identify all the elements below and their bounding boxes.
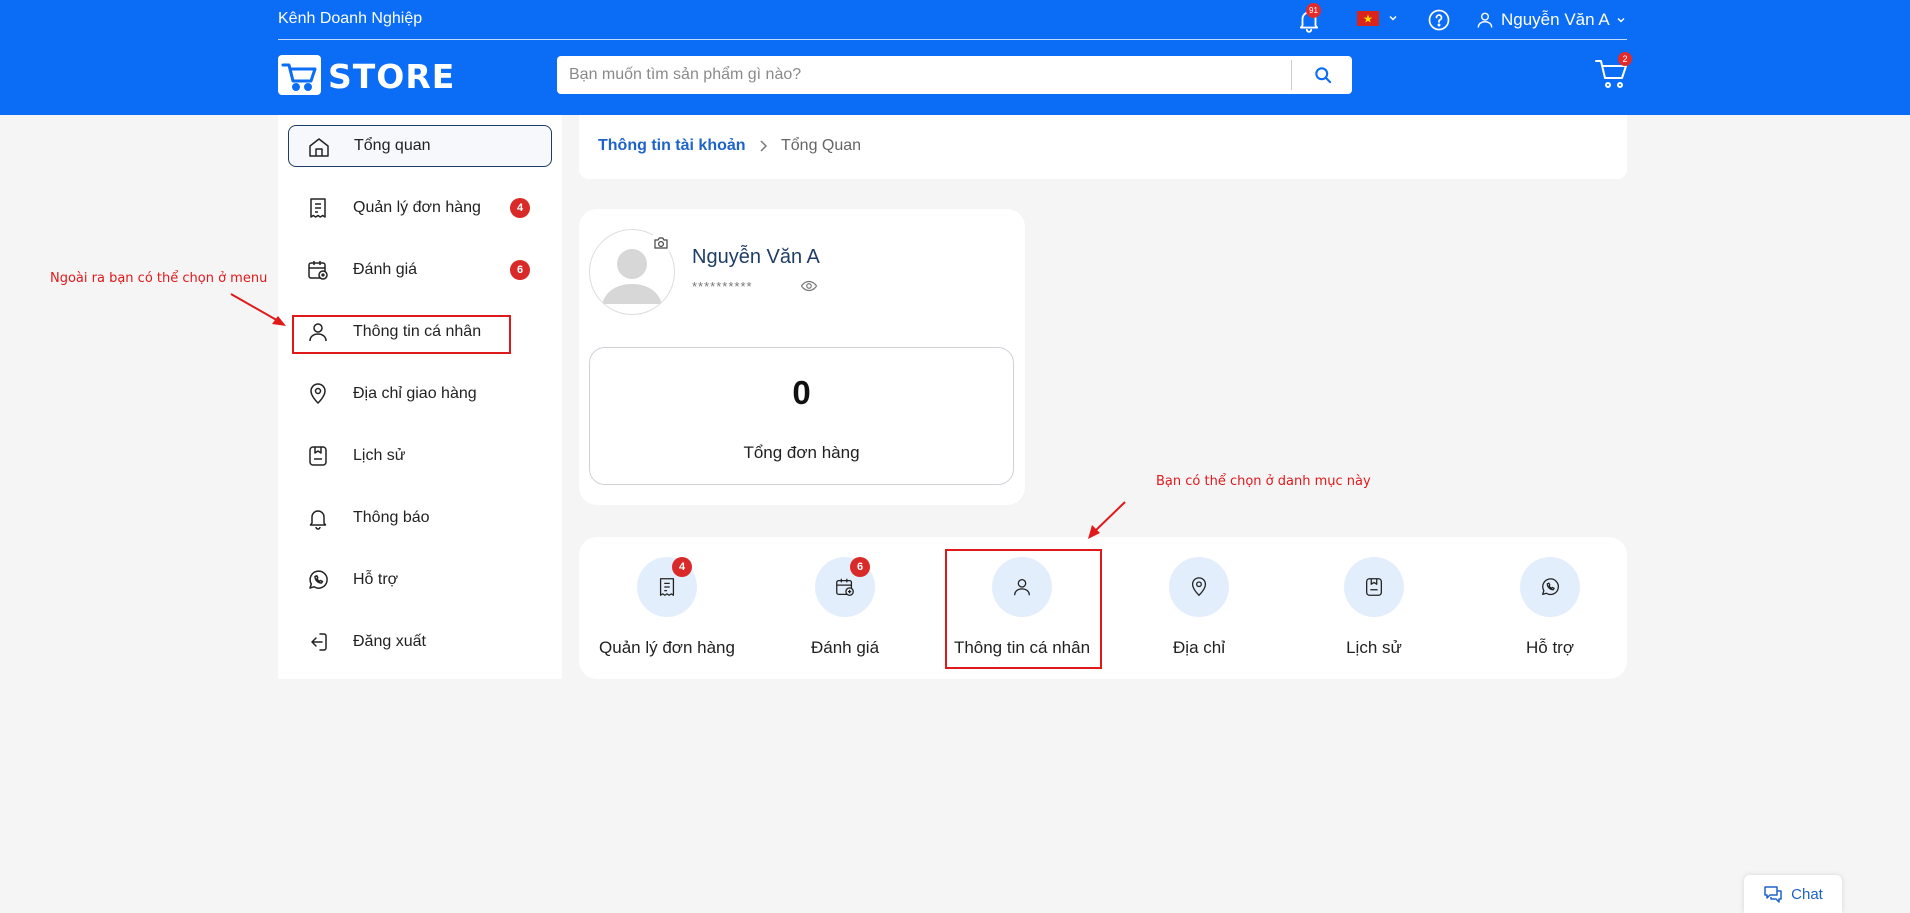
quick-link-circle [1169,557,1229,617]
sidebar-item-label: Thông báo [353,509,430,526]
category-annotation-highlight [945,549,1102,669]
location-pin-icon [1191,577,1207,597]
category-annotation-text: Bạn có thể chọn ở danh mục này [1156,474,1371,489]
password-mask: ********** [692,279,753,294]
quick-link-support[interactable]: Hỗ trợ [1462,537,1638,679]
receipt-icon [659,578,675,596]
chevron-down-icon [1617,17,1625,23]
quick-link-label: Địa chỉ [1173,638,1225,657]
search-button[interactable] [1293,56,1352,94]
quick-link-circle [1344,557,1404,617]
store-logo[interactable]: STORE [278,55,454,97]
business-channel-link[interactable]: Kênh Doanh Nghiệp [278,10,422,28]
breadcrumb: Thông tin tài khoản Tổng Quan [579,115,1627,179]
sidebar-item-reviews[interactable]: Đánh giá 6 [288,249,552,291]
menu-annotation-arrow [230,293,286,326]
menu-annotation-highlight [292,315,511,354]
profile-name: Nguyễn Văn A [692,246,820,268]
search-divider [1291,60,1292,90]
search-input[interactable] [557,56,1287,94]
user-menu[interactable]: Nguyễn Văn A [1475,8,1626,32]
orders-count-badge: 4 [672,557,692,577]
quick-link-label: Lịch sử [1346,638,1402,657]
quick-link-label: Quản lý đơn hàng [599,638,735,657]
total-orders-label: Tổng đơn hàng [743,443,860,462]
quick-link-history[interactable]: Lịch sử [1286,537,1462,679]
sidebar-item-notifications[interactable]: Thông báo [288,497,552,539]
quick-link-address[interactable]: Địa chỉ [1111,537,1287,679]
search-bar [557,56,1352,94]
sidebar-item-overview[interactable]: Tổng quan [288,125,552,167]
orders-count-badge: 4 [510,198,530,218]
location-pin-icon [310,383,326,405]
cart-logo-icon [278,55,321,95]
cart-count-badge: 2 [1618,52,1632,66]
sidebar-item-logout[interactable]: Đăng xuất [288,621,552,663]
logout-icon [311,633,327,651]
total-orders-box[interactable]: 0 Tổng đơn hàng [589,347,1014,485]
chat-icon [1764,886,1782,903]
reviews-count-badge: 6 [850,557,870,577]
menu-annotation-text: Ngoài ra bạn có thể chọn ở menu [50,271,268,286]
chat-button[interactable]: Chat [1744,875,1842,913]
calendar-review-icon [308,261,328,280]
notification-count-badge: 91 [1306,3,1321,18]
quick-link-reviews[interactable]: 6 Đánh giá [757,537,933,679]
chat-label: Chat [1791,885,1823,903]
sidebar-item-history[interactable]: Lịch sử [288,435,552,477]
vietnam-flag-icon[interactable] [1357,11,1379,26]
site-header: Kênh Doanh Nghiệp 91 Nguyễn Văn A STORE [0,0,1910,115]
sidebar-item-label: Địa chỉ giao hàng [353,385,477,402]
quick-link-orders[interactable]: 4 Quản lý đơn hàng [579,537,755,679]
sidebar-item-label: Quản lý đơn hàng [353,199,481,216]
whatsapp-icon [309,570,328,589]
user-icon [1477,12,1493,28]
total-orders-count: 0 [792,374,811,411]
sidebar-item-label: Lịch sử [353,447,406,464]
calendar-review-icon [836,578,854,596]
quick-link-circle [1520,557,1580,617]
user-name: Nguyễn Văn A [1501,10,1610,29]
camera-icon[interactable] [649,233,673,253]
profile-card: Nguyễn Văn A ********** 0 Tổng đơn hàng [579,209,1025,505]
chevron-right-icon [760,140,768,152]
history-icon [309,446,327,466]
breadcrumb-current: Tổng Quan [781,137,862,154]
sidebar-item-label: Tổng quan [354,137,431,154]
bell-icon [309,510,327,530]
help-icon[interactable] [1427,8,1451,32]
sidebar-item-shipping-address[interactable]: Địa chỉ giao hàng [288,373,552,415]
home-icon [309,138,329,157]
sidebar-item-label: Đánh giá [353,261,418,278]
history-icon [1366,578,1382,596]
category-annotation-arrow [1088,501,1126,539]
receipt-icon [310,198,326,218]
logo-text: STORE [328,57,456,96]
quick-link-label: Hỗ trợ [1526,638,1574,657]
sidebar-item-support[interactable]: Hỗ trợ [288,559,552,601]
quick-links-card: 4 Quản lý đơn hàng 6 Đánh giá Thông tin … [579,537,1627,679]
sidebar-item-label: Đăng xuất [353,633,426,650]
eye-icon[interactable] [800,277,818,295]
reviews-count-badge: 6 [510,260,530,280]
breadcrumb-parent-link[interactable]: Thông tin tài khoản [598,137,746,155]
account-sidebar: Tổng quan Quản lý đơn hàng 4 Đánh giá 6 … [278,115,562,679]
top-bar: Kênh Doanh Nghiệp 91 Nguyễn Văn A [278,0,1627,40]
sidebar-item-orders[interactable]: Quản lý đơn hàng 4 [288,187,552,229]
sidebar-item-label: Hỗ trợ [353,571,399,588]
search-icon [1314,67,1331,84]
whatsapp-icon [1542,578,1559,596]
chevron-down-icon[interactable] [1388,13,1398,23]
quick-link-label: Đánh giá [810,638,880,657]
